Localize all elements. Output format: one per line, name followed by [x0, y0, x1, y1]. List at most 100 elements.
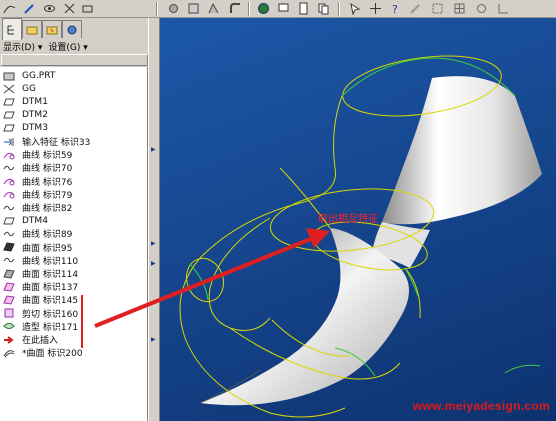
- collapse-arrow-icon[interactable]: ▶: [151, 146, 156, 153]
- globe-icon[interactable]: [256, 1, 271, 16]
- csys-tool-icon[interactable]: [62, 1, 77, 16]
- bell-surface: [382, 76, 542, 225]
- tree-item-label: 在此插入: [22, 336, 59, 346]
- datum-tool-icon[interactable]: [80, 1, 95, 16]
- tree-item[interactable]: 曲面 标识137: [2, 280, 78, 293]
- model-tree-icon: [7, 25, 14, 34]
- tree-item[interactable]: 曲面 标识95: [2, 241, 72, 254]
- tree-item[interactable]: 曲面 标识114: [2, 267, 78, 280]
- connections-icon: [67, 25, 77, 34]
- part-icon: [2, 70, 16, 81]
- tree-item[interactable]: 输入特征 标识33: [2, 135, 90, 148]
- toolbar-separator: [338, 2, 340, 16]
- curve-icon: [2, 228, 16, 239]
- sketch-tool-icon[interactable]: [22, 1, 37, 16]
- tree-item-label: 曲面 标识95: [22, 243, 73, 254]
- pencil-icon[interactable]: [408, 1, 423, 16]
- curve-icon: [2, 162, 16, 173]
- pan-icon[interactable]: [368, 1, 383, 16]
- tree-item-label: DTM4: [22, 215, 48, 226]
- tree-item-label: 曲面 标识137: [22, 283, 79, 294]
- tree-item[interactable]: 曲面 标识145: [2, 293, 78, 306]
- tree-item[interactable]: DTM1: [2, 95, 48, 108]
- tree-item[interactable]: GG.PRT: [2, 69, 55, 82]
- tree-item-label: 曲面 标识114: [22, 270, 79, 280]
- tree-item-label: DTM2: [22, 110, 48, 121]
- tree-item-label: *曲面 标识200: [22, 349, 83, 360]
- tree-item-label: 曲线 标识79: [22, 190, 73, 201]
- tree-item[interactable]: 曲线 标识59: [2, 148, 72, 161]
- tab-folder-browser[interactable]: [22, 20, 42, 38]
- tree-item-label: 剪切 标识160: [22, 309, 79, 320]
- panel-splitter[interactable]: ▶ ▶ ▶ ▶: [148, 18, 160, 421]
- curve-tool-icon[interactable]: [2, 1, 17, 16]
- tree-item[interactable]: 曲线 标识82: [2, 201, 72, 214]
- import-feature-icon: [2, 136, 16, 147]
- tree-item-label: DTM3: [22, 123, 48, 134]
- graphics-viewport[interactable]: 取出相互特征 www.meiyadesign.com: [160, 18, 556, 421]
- collapse-arrow-icon[interactable]: ▶: [151, 336, 156, 343]
- settings-menu[interactable]: 设置(G) ▾: [48, 40, 87, 53]
- selection-box-icon[interactable]: [430, 1, 445, 16]
- favorites-folder-icon: [46, 26, 58, 34]
- axis-icon[interactable]: [496, 1, 511, 16]
- tree-item[interactable]: 在此插入: [2, 333, 58, 346]
- tree-item-label: 曲线 标识82: [22, 204, 73, 214]
- tree-item-label: 输入特征 标识33: [22, 138, 91, 148]
- tree-item[interactable]: 曲线 标识70: [2, 161, 72, 174]
- panel-tabs: [0, 18, 150, 40]
- insert-here-icon: [2, 334, 16, 345]
- spin-icon[interactable]: [474, 1, 489, 16]
- curve-sketch-icon: [2, 149, 16, 160]
- annotation-label: 取出相互特征: [318, 214, 378, 225]
- tree-item[interactable]: 曲线 标识110: [2, 254, 78, 267]
- tree-item-label: 造型 标识171: [22, 322, 79, 333]
- surface-outline-icon: [2, 347, 16, 358]
- tree-item-label: DTM1: [22, 96, 48, 107]
- view-eye-icon[interactable]: [42, 1, 57, 16]
- tree-item[interactable]: *曲面 标识200: [2, 346, 83, 359]
- tab-favorites[interactable]: [42, 20, 62, 38]
- surface-pink-icon: [2, 281, 16, 292]
- display-menu[interactable]: 显示(D) ▾: [3, 40, 42, 53]
- tree-item-label: 曲线 标识70: [22, 164, 73, 175]
- datum-plane-icon: [2, 215, 16, 226]
- tree-item-label: 曲线 标识76: [22, 177, 73, 188]
- tree-item[interactable]: DTM4: [2, 214, 48, 227]
- copy-icon[interactable]: [316, 1, 331, 16]
- tree-column-header[interactable]: [1, 54, 148, 66]
- tree-item[interactable]: DTM3: [2, 122, 48, 135]
- help-icon[interactable]: ?: [388, 1, 403, 16]
- tab-model-tree[interactable]: [2, 18, 22, 40]
- datum-plane-icon: [2, 123, 16, 134]
- datum-plane-icon: [2, 110, 16, 121]
- cut-icon: [2, 308, 16, 319]
- select-arrow-icon[interactable]: [348, 1, 363, 16]
- grid-icon[interactable]: [452, 1, 467, 16]
- collapse-arrow-icon[interactable]: ▶: [151, 260, 156, 267]
- tree-item[interactable]: 曲线 标识76: [2, 175, 72, 188]
- round-tool-icon[interactable]: [228, 1, 243, 16]
- main-toolbar: ?: [0, 0, 556, 18]
- shell-tool-icon[interactable]: [186, 1, 201, 16]
- tree-item[interactable]: 造型 标识171: [2, 320, 78, 333]
- rib-tool-icon[interactable]: [206, 1, 221, 16]
- surface-icon: [2, 242, 16, 253]
- document-icon[interactable]: [296, 1, 311, 16]
- tree-item-label: GG.PRT: [22, 70, 56, 81]
- model-tree: GG.PRT GG DTM1 DTM2 DTM3 输入特征 标识33 曲线 标识59 曲线 标…: [0, 67, 148, 421]
- tree-item-label: 曲线 标识110: [22, 256, 79, 267]
- style-icon: [2, 321, 16, 332]
- display-icon[interactable]: [276, 1, 291, 16]
- tree-item[interactable]: 曲线 标识89: [2, 227, 72, 240]
- toolbar-separator: [156, 2, 158, 16]
- surface-gray-icon: [2, 268, 16, 279]
- tree-item[interactable]: GG: [2, 82, 36, 95]
- tab-connections[interactable]: [62, 20, 82, 38]
- collapse-arrow-icon[interactable]: ▶: [151, 240, 156, 247]
- hole-tool-icon[interactable]: [166, 1, 181, 16]
- tree-item[interactable]: 剪切 标识160: [2, 307, 78, 320]
- tree-item[interactable]: DTM2: [2, 109, 48, 122]
- tree-item[interactable]: 曲线 标识79: [2, 188, 72, 201]
- curve-icon: [2, 255, 16, 266]
